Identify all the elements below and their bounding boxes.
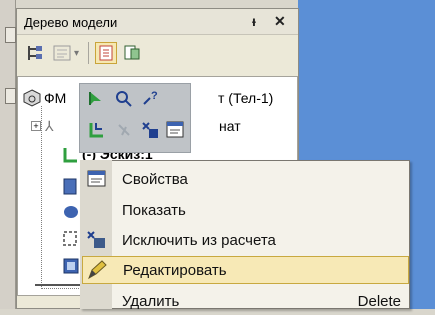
- toolbar-separator: [88, 42, 89, 64]
- menu-item-label: Исключить из расчета: [122, 231, 276, 249]
- menu-item-properties[interactable]: Свойства: [112, 165, 409, 193]
- left-window-strip: [0, 0, 16, 309]
- menu-item-exclude[interactable]: Исключить из расчета: [112, 226, 409, 254]
- menu-item-label: Свойства: [122, 170, 188, 188]
- expand-toggle-icon[interactable]: +: [31, 121, 41, 131]
- axis-icon: ⅄: [45, 118, 54, 134]
- tree-root-label-tail[interactable]: т (Тел-1): [218, 90, 273, 106]
- tree-view-icon[interactable]: [51, 42, 73, 64]
- properties-tool-icon[interactable]: [162, 117, 188, 143]
- fillet-icon: [62, 203, 80, 226]
- panel-title: Дерево модели: [24, 15, 118, 30]
- tree-connector: [41, 288, 81, 289]
- properties-view-icon[interactable]: [121, 42, 143, 64]
- exclude-tool-icon[interactable]: [138, 117, 164, 143]
- pencil-icon: [86, 259, 108, 281]
- tree-root-label[interactable]: ФМ: [44, 90, 66, 106]
- menu-item-edit[interactable]: Редактировать: [82, 256, 409, 284]
- tree-axes-label[interactable]: нат: [219, 118, 241, 134]
- sketch-tool-icon[interactable]: [84, 117, 110, 143]
- exclude-icon: [86, 229, 108, 251]
- tree-connector: [41, 106, 42, 289]
- extrusion-icon: [62, 176, 80, 201]
- sketch-icon: [62, 230, 80, 253]
- cursor-arrow-icon[interactable]: [84, 86, 110, 112]
- properties-icon: [86, 168, 108, 190]
- menu-item-label: Показать: [122, 201, 186, 219]
- pin-icon[interactable]: ᵻ: [252, 13, 256, 29]
- tree-end-line: [35, 284, 81, 286]
- part-icon: [23, 89, 41, 112]
- chevron-down-icon[interactable]: ▾: [74, 48, 79, 59]
- svg-text:?: ?: [151, 90, 158, 102]
- zoom-icon[interactable]: [111, 86, 137, 112]
- close-icon[interactable]: ✕: [274, 13, 286, 30]
- list-view-icon[interactable]: [95, 42, 117, 64]
- strip-marker: [5, 88, 16, 104]
- menu-item-delete[interactable]: Удалить Delete: [112, 287, 409, 315]
- solid-icon: [62, 257, 80, 280]
- strip-marker: [5, 27, 16, 43]
- sketch-icon: [62, 146, 80, 169]
- tree-structure-icon[interactable]: [24, 42, 46, 64]
- filter-icon[interactable]: [111, 117, 137, 143]
- menu-item-label: Удалить: [122, 292, 180, 310]
- menu-item-show[interactable]: Показать: [112, 196, 409, 224]
- menu-item-shortcut: Delete: [357, 292, 401, 310]
- help-pointer-icon[interactable]: ?: [138, 86, 164, 112]
